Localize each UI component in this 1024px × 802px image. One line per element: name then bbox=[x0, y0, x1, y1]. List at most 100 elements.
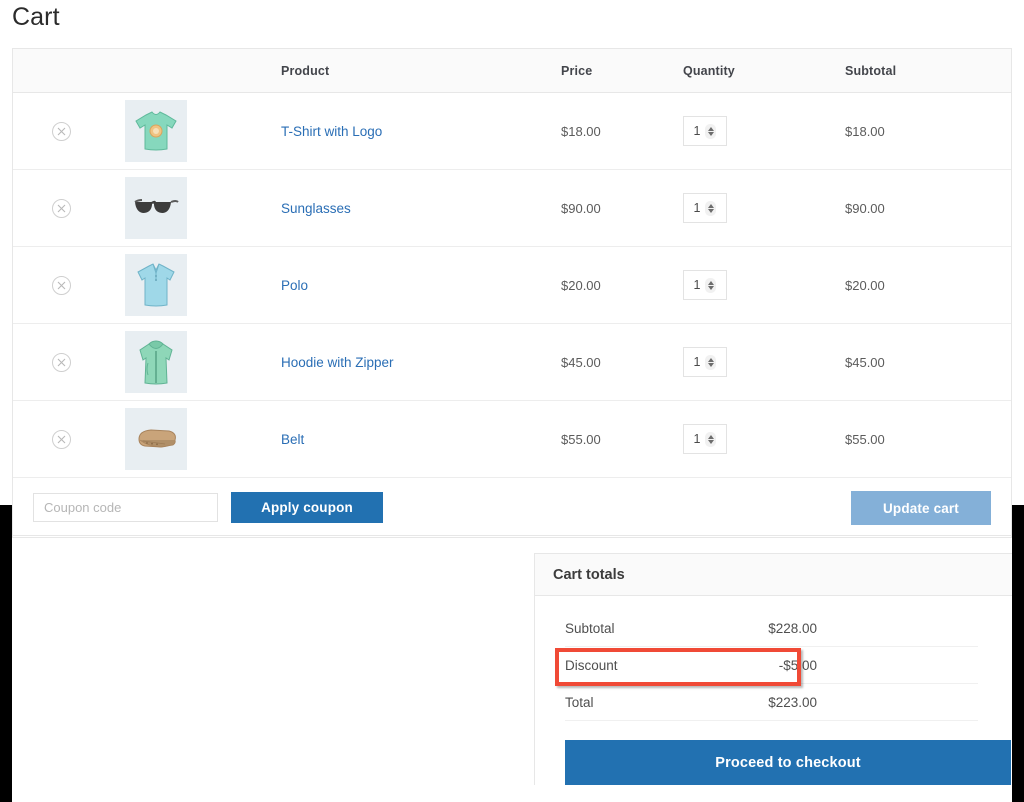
thumbnail-cell bbox=[109, 401, 281, 477]
table-bottom-divider bbox=[12, 535, 1012, 536]
cart-totals-heading: Cart totals bbox=[535, 554, 1012, 596]
quantity-value: 1 bbox=[693, 278, 701, 292]
cart-table: Product Price Quantity Subtotal T-Shirt … bbox=[12, 48, 1012, 538]
remove-cell bbox=[13, 324, 109, 400]
thumbnail-cell bbox=[109, 93, 281, 169]
product-link[interactable]: Polo bbox=[281, 278, 308, 293]
total-row: Total $223.00 bbox=[565, 684, 978, 721]
discount-row: Discount -$5.00 bbox=[565, 647, 978, 684]
table-row: Polo $20.00 1 $20.00 bbox=[13, 247, 1011, 324]
product-price: $45.00 bbox=[561, 354, 601, 370]
subtotal-cell: $55.00 bbox=[845, 401, 1011, 477]
quantity-cell: 1 bbox=[683, 247, 845, 323]
belt-thumbnail[interactable] bbox=[125, 408, 187, 470]
column-header-quantity: Quantity bbox=[683, 63, 735, 78]
quantity-stepper[interactable]: 1 bbox=[683, 116, 727, 146]
subtotal-cell: $18.00 bbox=[845, 93, 1011, 169]
quantity-value: 1 bbox=[693, 432, 701, 446]
left-letterbox-band bbox=[0, 505, 12, 802]
proceed-to-checkout-button[interactable]: Proceed to checkout bbox=[565, 740, 1011, 785]
coupon-input[interactable] bbox=[33, 493, 218, 522]
remove-item-icon[interactable] bbox=[51, 275, 71, 295]
price-cell: $18.00 bbox=[561, 93, 683, 169]
remove-item-icon[interactable] bbox=[51, 121, 71, 141]
product-subtotal: $18.00 bbox=[845, 123, 885, 139]
total-value: $223.00 bbox=[768, 694, 817, 710]
product-name-cell: T-Shirt with Logo bbox=[281, 93, 561, 169]
apply-coupon-button[interactable]: Apply coupon bbox=[231, 492, 383, 523]
price-cell: $90.00 bbox=[561, 170, 683, 246]
remove-item-icon[interactable] bbox=[51, 352, 71, 372]
quantity-spinner-icon[interactable] bbox=[705, 123, 717, 139]
update-cart-button: Update cart bbox=[851, 491, 991, 525]
product-subtotal: $20.00 bbox=[845, 277, 885, 293]
table-row: Hoodie with Zipper $45.00 1 $45.00 bbox=[13, 324, 1011, 401]
thumbnail-cell bbox=[109, 324, 281, 400]
remove-item-icon[interactable] bbox=[51, 429, 71, 449]
table-row: Sunglasses $90.00 1 $90.00 bbox=[13, 170, 1011, 247]
product-price: $20.00 bbox=[561, 277, 601, 293]
hoodie-thumbnail[interactable] bbox=[125, 331, 187, 393]
table-row: Belt $55.00 1 $55.00 bbox=[13, 401, 1011, 478]
product-subtotal: $45.00 bbox=[845, 354, 885, 370]
quantity-stepper[interactable]: 1 bbox=[683, 193, 727, 223]
column-header-remove bbox=[13, 49, 109, 92]
remove-cell bbox=[13, 93, 109, 169]
sunglasses-thumbnail[interactable] bbox=[125, 177, 187, 239]
discount-label: Discount bbox=[565, 657, 618, 673]
quantity-stepper[interactable]: 1 bbox=[683, 270, 727, 300]
thumbnail-cell bbox=[109, 247, 281, 323]
product-subtotal: $55.00 bbox=[845, 431, 885, 447]
subtotal-row: Subtotal $228.00 bbox=[565, 610, 978, 647]
page-title: Cart bbox=[12, 3, 60, 31]
price-cell: $20.00 bbox=[561, 247, 683, 323]
product-name-cell: Sunglasses bbox=[281, 170, 561, 246]
product-link[interactable]: Sunglasses bbox=[281, 201, 351, 216]
discount-value: -$5.00 bbox=[778, 657, 817, 673]
column-header-price: Price bbox=[561, 63, 593, 78]
price-cell: $45.00 bbox=[561, 324, 683, 400]
quantity-spinner-icon[interactable] bbox=[705, 277, 717, 293]
cart-table-header-row: Product Price Quantity Subtotal bbox=[13, 49, 1011, 93]
quantity-spinner-icon[interactable] bbox=[705, 354, 717, 370]
product-link[interactable]: T-Shirt with Logo bbox=[281, 124, 382, 139]
remove-item-icon[interactable] bbox=[51, 198, 71, 218]
quantity-value: 1 bbox=[693, 201, 701, 215]
product-link[interactable]: Hoodie with Zipper bbox=[281, 355, 394, 370]
product-price: $90.00 bbox=[561, 200, 601, 216]
remove-cell bbox=[13, 401, 109, 477]
quantity-value: 1 bbox=[693, 124, 701, 138]
quantity-cell: 1 bbox=[683, 170, 845, 246]
quantity-spinner-icon[interactable] bbox=[705, 200, 717, 216]
polo-thumbnail[interactable] bbox=[125, 254, 187, 316]
quantity-cell: 1 bbox=[683, 93, 845, 169]
cart-totals-panel: Cart totals Subtotal $228.00 Discount -$… bbox=[534, 553, 1012, 785]
total-label: Total bbox=[565, 694, 594, 710]
product-name-cell: Polo bbox=[281, 247, 561, 323]
table-row: T-Shirt with Logo $18.00 1 $18.00 bbox=[13, 93, 1011, 170]
subtotal-value: $228.00 bbox=[768, 620, 817, 636]
product-link[interactable]: Belt bbox=[281, 432, 304, 447]
subtotal-cell: $20.00 bbox=[845, 247, 1011, 323]
quantity-spinner-icon[interactable] bbox=[705, 431, 717, 447]
column-header-product: Product bbox=[281, 63, 330, 78]
remove-cell bbox=[13, 247, 109, 323]
quantity-stepper[interactable]: 1 bbox=[683, 347, 727, 377]
remove-cell bbox=[13, 170, 109, 246]
subtotal-cell: $90.00 bbox=[845, 170, 1011, 246]
product-subtotal: $90.00 bbox=[845, 200, 885, 216]
column-header-thumbnail bbox=[109, 49, 281, 92]
quantity-cell: 1 bbox=[683, 324, 845, 400]
cart-totals-body: Subtotal $228.00 Discount -$5.00 Total $… bbox=[535, 596, 1012, 721]
product-name-cell: Hoodie with Zipper bbox=[281, 324, 561, 400]
subtotal-label: Subtotal bbox=[565, 620, 615, 636]
product-price: $55.00 bbox=[561, 431, 601, 447]
product-price: $18.00 bbox=[561, 123, 601, 139]
product-name-cell: Belt bbox=[281, 401, 561, 477]
price-cell: $55.00 bbox=[561, 401, 683, 477]
quantity-stepper[interactable]: 1 bbox=[683, 424, 727, 454]
quantity-value: 1 bbox=[693, 355, 701, 369]
quantity-cell: 1 bbox=[683, 401, 845, 477]
tshirt-thumbnail[interactable] bbox=[125, 100, 187, 162]
thumbnail-cell bbox=[109, 170, 281, 246]
